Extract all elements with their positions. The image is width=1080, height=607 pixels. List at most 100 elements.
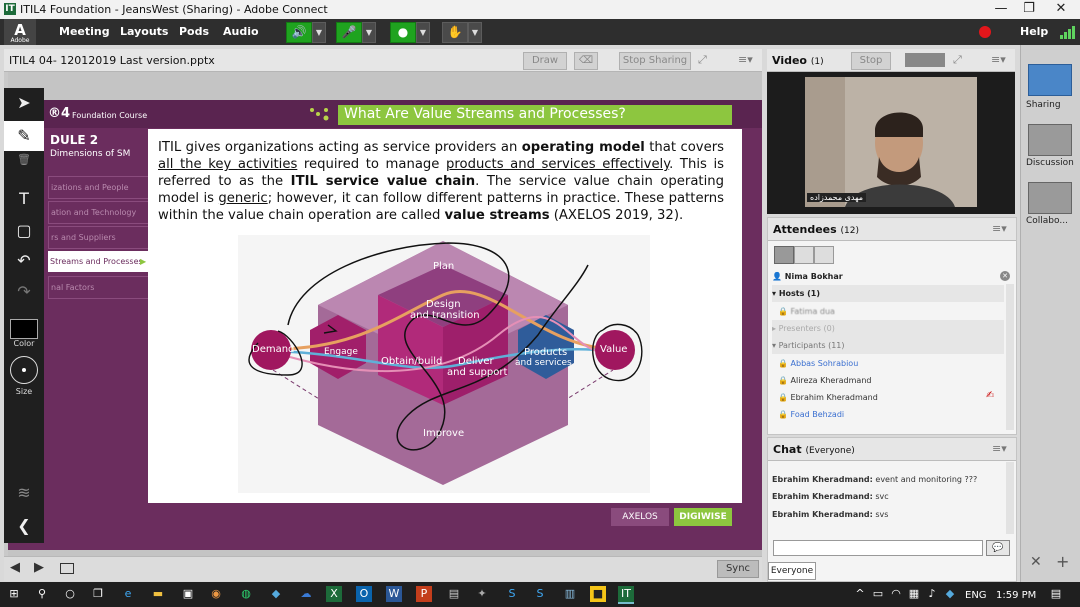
menu-help[interactable]: Help (1020, 25, 1048, 38)
speaker-icon[interactable]: 🔊 (286, 22, 312, 43)
app-icon-generic[interactable]: ▤ (446, 586, 462, 602)
participant-item[interactable]: 🔒 Alireza Kheradmand (778, 372, 871, 389)
pencil-tool-icon[interactable]: ✎ (4, 121, 44, 151)
search-icon[interactable]: ⚲ (34, 586, 50, 602)
redo-icon[interactable]: ↷ (4, 277, 44, 307)
presenters-group[interactable]: ▸ Presenters (0) (772, 320, 1004, 337)
layout-collaboration-thumbnail[interactable] (1028, 182, 1072, 214)
maximize-button[interactable]: ❐ (1014, 0, 1044, 19)
previous-slide-icon[interactable]: ◀ (10, 560, 20, 575)
undo-icon[interactable]: ↶ (4, 246, 44, 276)
status-menu-caret[interactable]: ▼ (468, 22, 482, 43)
menu-pods[interactable]: Pods (179, 25, 209, 38)
adobe-connect-taskbar-icon[interactable]: IT (618, 586, 634, 604)
status-view-icon[interactable] (814, 246, 834, 264)
excel-icon[interactable]: X (326, 586, 342, 602)
sticky-notes-icon[interactable]: ■ (590, 586, 606, 602)
pod-options-icon[interactable]: ≡▾ (738, 53, 753, 66)
rectangle-tool-icon[interactable]: ▢ (4, 216, 44, 246)
slide-panel-icon[interactable] (60, 563, 74, 574)
send-message-icon[interactable]: 💬 (986, 540, 1010, 556)
recording-indicator-icon[interactable] (979, 26, 991, 38)
powerpoint-icon[interactable]: P (416, 586, 432, 602)
store-icon[interactable]: ▣ (180, 586, 196, 602)
chat-input[interactable] (773, 540, 983, 556)
outlook-icon[interactable]: O (356, 586, 372, 602)
chat-options-icon[interactable]: ≡▾ (992, 442, 1007, 455)
host-item[interactable]: 🔒 Fatima dua (778, 303, 835, 320)
menu-audio[interactable]: Audio (223, 25, 259, 38)
close-button[interactable]: ✕ (1046, 0, 1076, 19)
breakout-view-icon[interactable] (794, 246, 814, 264)
size-label: Size (15, 387, 33, 396)
app-icon-network[interactable]: ▥ (562, 586, 578, 602)
participant-item[interactable]: 🔒 Abbas Sohrabiou (778, 355, 858, 372)
minimize-button[interactable]: — (986, 0, 1016, 19)
menu-layouts[interactable]: Layouts (120, 25, 168, 38)
video-layout-icon[interactable] (905, 53, 945, 67)
sync-button[interactable]: Sync (717, 560, 759, 578)
dropbox-icon[interactable]: ◆ (268, 586, 284, 602)
stop-video-button[interactable]: Stop (851, 52, 891, 70)
annotate-icon[interactable]: ⌫ (574, 52, 598, 70)
network-icon[interactable]: ▦ (906, 586, 922, 602)
skype-icon[interactable]: S (504, 586, 520, 602)
whatsapp-icon[interactable]: ◍ (238, 586, 254, 602)
file-explorer-icon[interactable]: ▬ (150, 586, 166, 602)
vpn-icon[interactable]: ✦ (474, 586, 490, 602)
close-layouts-icon[interactable]: ✕ (1030, 554, 1042, 570)
edge-icon[interactable]: e (120, 586, 136, 602)
hosts-group[interactable]: ▾ Hosts (1) (772, 285, 1004, 302)
input-language[interactable]: ENG (965, 590, 987, 601)
chrome-icon[interactable]: ◉ (208, 586, 224, 602)
dropbox-tray-icon[interactable]: ◆ (942, 586, 958, 602)
raise-hand-icon[interactable]: ✋ (442, 22, 468, 43)
menu-meeting[interactable]: Meeting (59, 25, 110, 38)
speaker-menu-caret[interactable]: ▼ (312, 22, 326, 43)
layout-collaboration-label[interactable]: Collabo... (1026, 216, 1076, 226)
chat-scrollbar[interactable] (1006, 462, 1014, 534)
delete-tool-icon[interactable]: 🗑 (4, 151, 44, 169)
stop-sharing-button[interactable]: Stop Sharing (619, 52, 691, 70)
webcam-icon[interactable]: ● (390, 22, 416, 43)
microphone-menu-caret[interactable]: ▼ (362, 22, 376, 43)
participant-item[interactable]: 🔒 Ebrahim Kheradmand (778, 389, 878, 406)
text-tool-icon[interactable]: T (4, 184, 44, 214)
skype-business-icon[interactable]: S (532, 586, 548, 602)
video-options-icon[interactable]: ≡▾ (991, 53, 1006, 66)
collapse-panel-icon[interactable]: ❮ (4, 511, 44, 541)
clear-status-icon[interactable]: ✕ (1000, 271, 1010, 281)
participant-item[interactable]: 🔒 Foad Behzadi (778, 406, 844, 423)
show-hidden-icons[interactable]: ^ (852, 586, 868, 602)
layers-icon[interactable]: ≋ (4, 478, 44, 508)
video-fullscreen-icon[interactable]: ⤢ (953, 53, 962, 67)
layout-discussion-label[interactable]: Discussion (1026, 158, 1076, 168)
notifications-icon[interactable]: ▤ (1048, 586, 1064, 602)
color-swatch[interactable] (10, 319, 38, 339)
add-layout-icon[interactable]: + (1056, 552, 1069, 571)
attendees-scrollbar[interactable] (1006, 284, 1014, 430)
webcam-menu-caret[interactable]: ▼ (416, 22, 430, 43)
microphone-icon[interactable]: 🎤 (336, 22, 362, 43)
word-icon[interactable]: W (386, 586, 402, 602)
chat-recipient-tab[interactable]: Everyone (768, 562, 816, 580)
fullscreen-icon[interactable]: ⤢ (698, 53, 707, 67)
pointer-tool-icon[interactable]: ➤ (4, 88, 44, 118)
attendees-options-icon[interactable]: ≡▾ (992, 222, 1007, 235)
participants-group[interactable]: ▾ Participants (11) (772, 337, 1004, 354)
wifi-icon[interactable]: ◠ (888, 586, 904, 602)
task-view-icon[interactable]: ❐ (90, 586, 106, 602)
layout-sharing-thumbnail[interactable] (1028, 64, 1072, 96)
clock[interactable]: 1:59 PM (996, 590, 1036, 601)
draw-button[interactable]: Draw (523, 52, 567, 70)
windows-start-icon[interactable]: ⊞ (6, 586, 22, 602)
layout-discussion-thumbnail[interactable] (1028, 124, 1072, 156)
my-status-row[interactable]: 👤 Nima Bokhar (772, 268, 1010, 285)
layout-sharing-label[interactable]: Sharing (1026, 100, 1076, 110)
volume-icon[interactable]: ♪ (924, 586, 940, 602)
list-view-icon[interactable] (774, 246, 794, 264)
next-slide-icon[interactable]: ▶ (34, 560, 44, 575)
cortana-icon[interactable]: ○ (62, 586, 78, 602)
size-picker-icon[interactable] (10, 356, 38, 384)
onedrive-icon[interactable]: ☁ (298, 586, 314, 602)
